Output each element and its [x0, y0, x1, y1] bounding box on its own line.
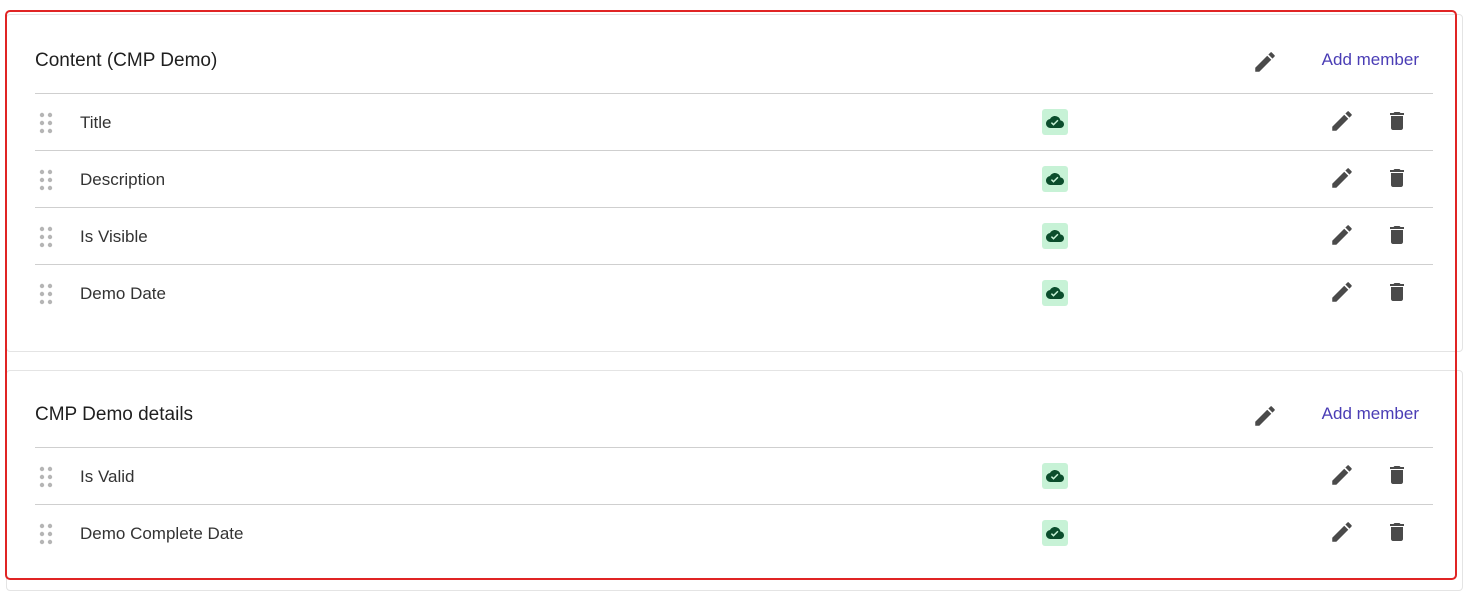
pencil-icon [1332, 465, 1352, 485]
edit-member-button[interactable] [1329, 462, 1355, 488]
section-header: Content (CMP Demo) Add member [35, 41, 1433, 81]
pencil-icon [1255, 406, 1275, 426]
cloud-check-icon [1042, 463, 1068, 489]
add-member-button[interactable]: Add member [1322, 50, 1419, 70]
edit-member-button[interactable] [1329, 165, 1355, 191]
pencil-icon [1332, 522, 1352, 542]
cloud-check-icon [1042, 520, 1068, 546]
add-member-button[interactable]: Add member [1322, 404, 1419, 424]
section-content: Content (CMP Demo) Add member Title Desc… [6, 14, 1463, 352]
edit-member-button[interactable] [1329, 108, 1355, 134]
trash-icon [1390, 169, 1404, 187]
drag-handle-icon[interactable] [39, 226, 53, 248]
cloud-check-icon [1042, 280, 1068, 306]
member-label: Is Visible [80, 227, 148, 246]
trash-icon [1390, 112, 1404, 130]
trash-icon [1390, 466, 1404, 484]
drag-handle-icon[interactable] [39, 523, 53, 545]
pencil-icon [1332, 225, 1352, 245]
drag-handle-icon[interactable] [39, 283, 53, 305]
delete-member-button[interactable] [1385, 519, 1409, 545]
edit-member-button[interactable] [1329, 519, 1355, 545]
drag-handle-icon[interactable] [39, 169, 53, 191]
member-list: Is Valid Demo Complete Date [35, 447, 1433, 561]
member-row: Demo Complete Date [35, 504, 1433, 561]
section-title: CMP Demo details [35, 404, 194, 425]
trash-icon [1390, 226, 1404, 244]
section-details: CMP Demo details Add member Is Valid Dem… [6, 370, 1463, 591]
member-row: Is Visible [35, 207, 1433, 264]
cloud-check-icon [1042, 166, 1068, 192]
delete-member-button[interactable] [1385, 222, 1409, 248]
member-label: Description [80, 170, 166, 189]
pencil-icon [1332, 168, 1352, 188]
pencil-icon [1332, 282, 1352, 302]
pencil-icon [1255, 52, 1275, 72]
member-row: Description [35, 150, 1433, 207]
edit-member-button[interactable] [1329, 222, 1355, 248]
trash-icon [1390, 523, 1404, 541]
member-row: Demo Date [35, 264, 1433, 321]
member-label: Title [80, 113, 112, 132]
cloud-check-icon [1042, 223, 1068, 249]
drag-handle-icon[interactable] [39, 112, 53, 134]
trash-icon [1390, 283, 1404, 301]
drag-handle-icon[interactable] [39, 466, 53, 488]
delete-member-button[interactable] [1385, 108, 1409, 134]
edit-section-button[interactable] [1252, 403, 1278, 429]
member-label: Is Valid [80, 467, 135, 486]
section-header: CMP Demo details Add member [35, 395, 1433, 435]
member-list: Title Description Is Visible Demo Date [35, 93, 1433, 321]
delete-member-button[interactable] [1385, 462, 1409, 488]
edit-member-button[interactable] [1329, 279, 1355, 305]
cloud-check-icon [1042, 109, 1068, 135]
edit-section-button[interactable] [1252, 49, 1278, 75]
pencil-icon [1332, 111, 1352, 131]
member-row: Is Valid [35, 447, 1433, 504]
section-title: Content (CMP Demo) [35, 50, 218, 71]
member-label: Demo Complete Date [80, 524, 244, 543]
member-row: Title [35, 93, 1433, 150]
delete-member-button[interactable] [1385, 165, 1409, 191]
member-label: Demo Date [80, 284, 166, 303]
delete-member-button[interactable] [1385, 279, 1409, 305]
